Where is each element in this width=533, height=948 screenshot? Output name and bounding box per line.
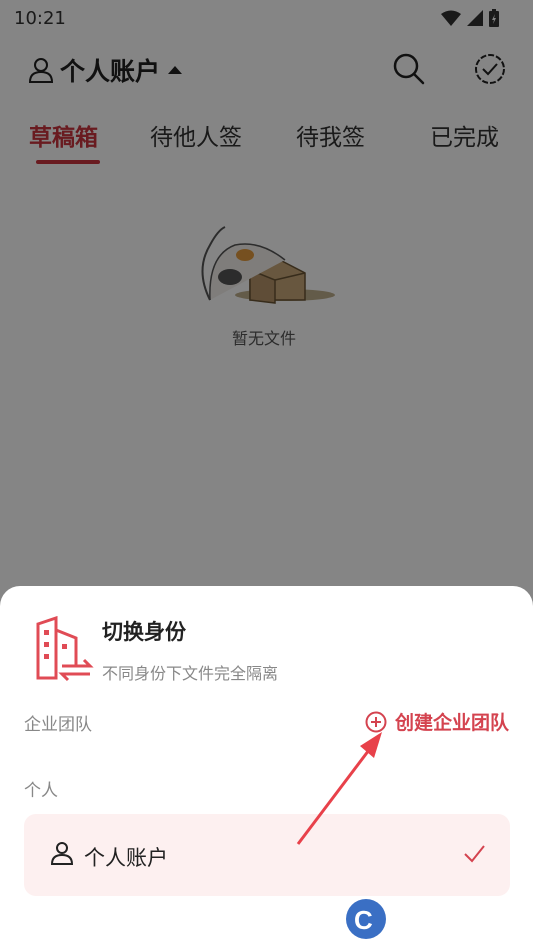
svg-text:C: C [354, 905, 373, 935]
create-team-button[interactable]: 创建企业团队 [365, 708, 509, 735]
watermark-sub: CR173.COM [444, 927, 513, 938]
sheet-title: 切换身份 [102, 620, 186, 644]
plus-circle-icon [365, 711, 387, 732]
watermark-badge: C [346, 899, 386, 939]
create-team-label: 创建企业团队 [394, 712, 509, 734]
person-icon [50, 842, 74, 865]
personal-account-label: 个人账户 [84, 846, 168, 870]
checkmark-icon [464, 845, 485, 863]
personal-account-option[interactable]: 个人账户 [24, 814, 510, 896]
watermark-logo: C 西西软件园 CR173.COM [340, 893, 533, 948]
watermark-text: 西西软件园 [400, 905, 500, 929]
sheet-subtitle: 不同身份下文件完全隔离 [102, 664, 279, 683]
enterprise-switch-icon [36, 616, 94, 682]
app-screen: 10:21 个人账户 草稿箱 待他人签 待我签 已完成 暂无文件 切换身份 不同… [0, 0, 533, 948]
team-section-label: 企业团队 [24, 715, 92, 735]
personal-section-label: 个人 [24, 781, 58, 801]
